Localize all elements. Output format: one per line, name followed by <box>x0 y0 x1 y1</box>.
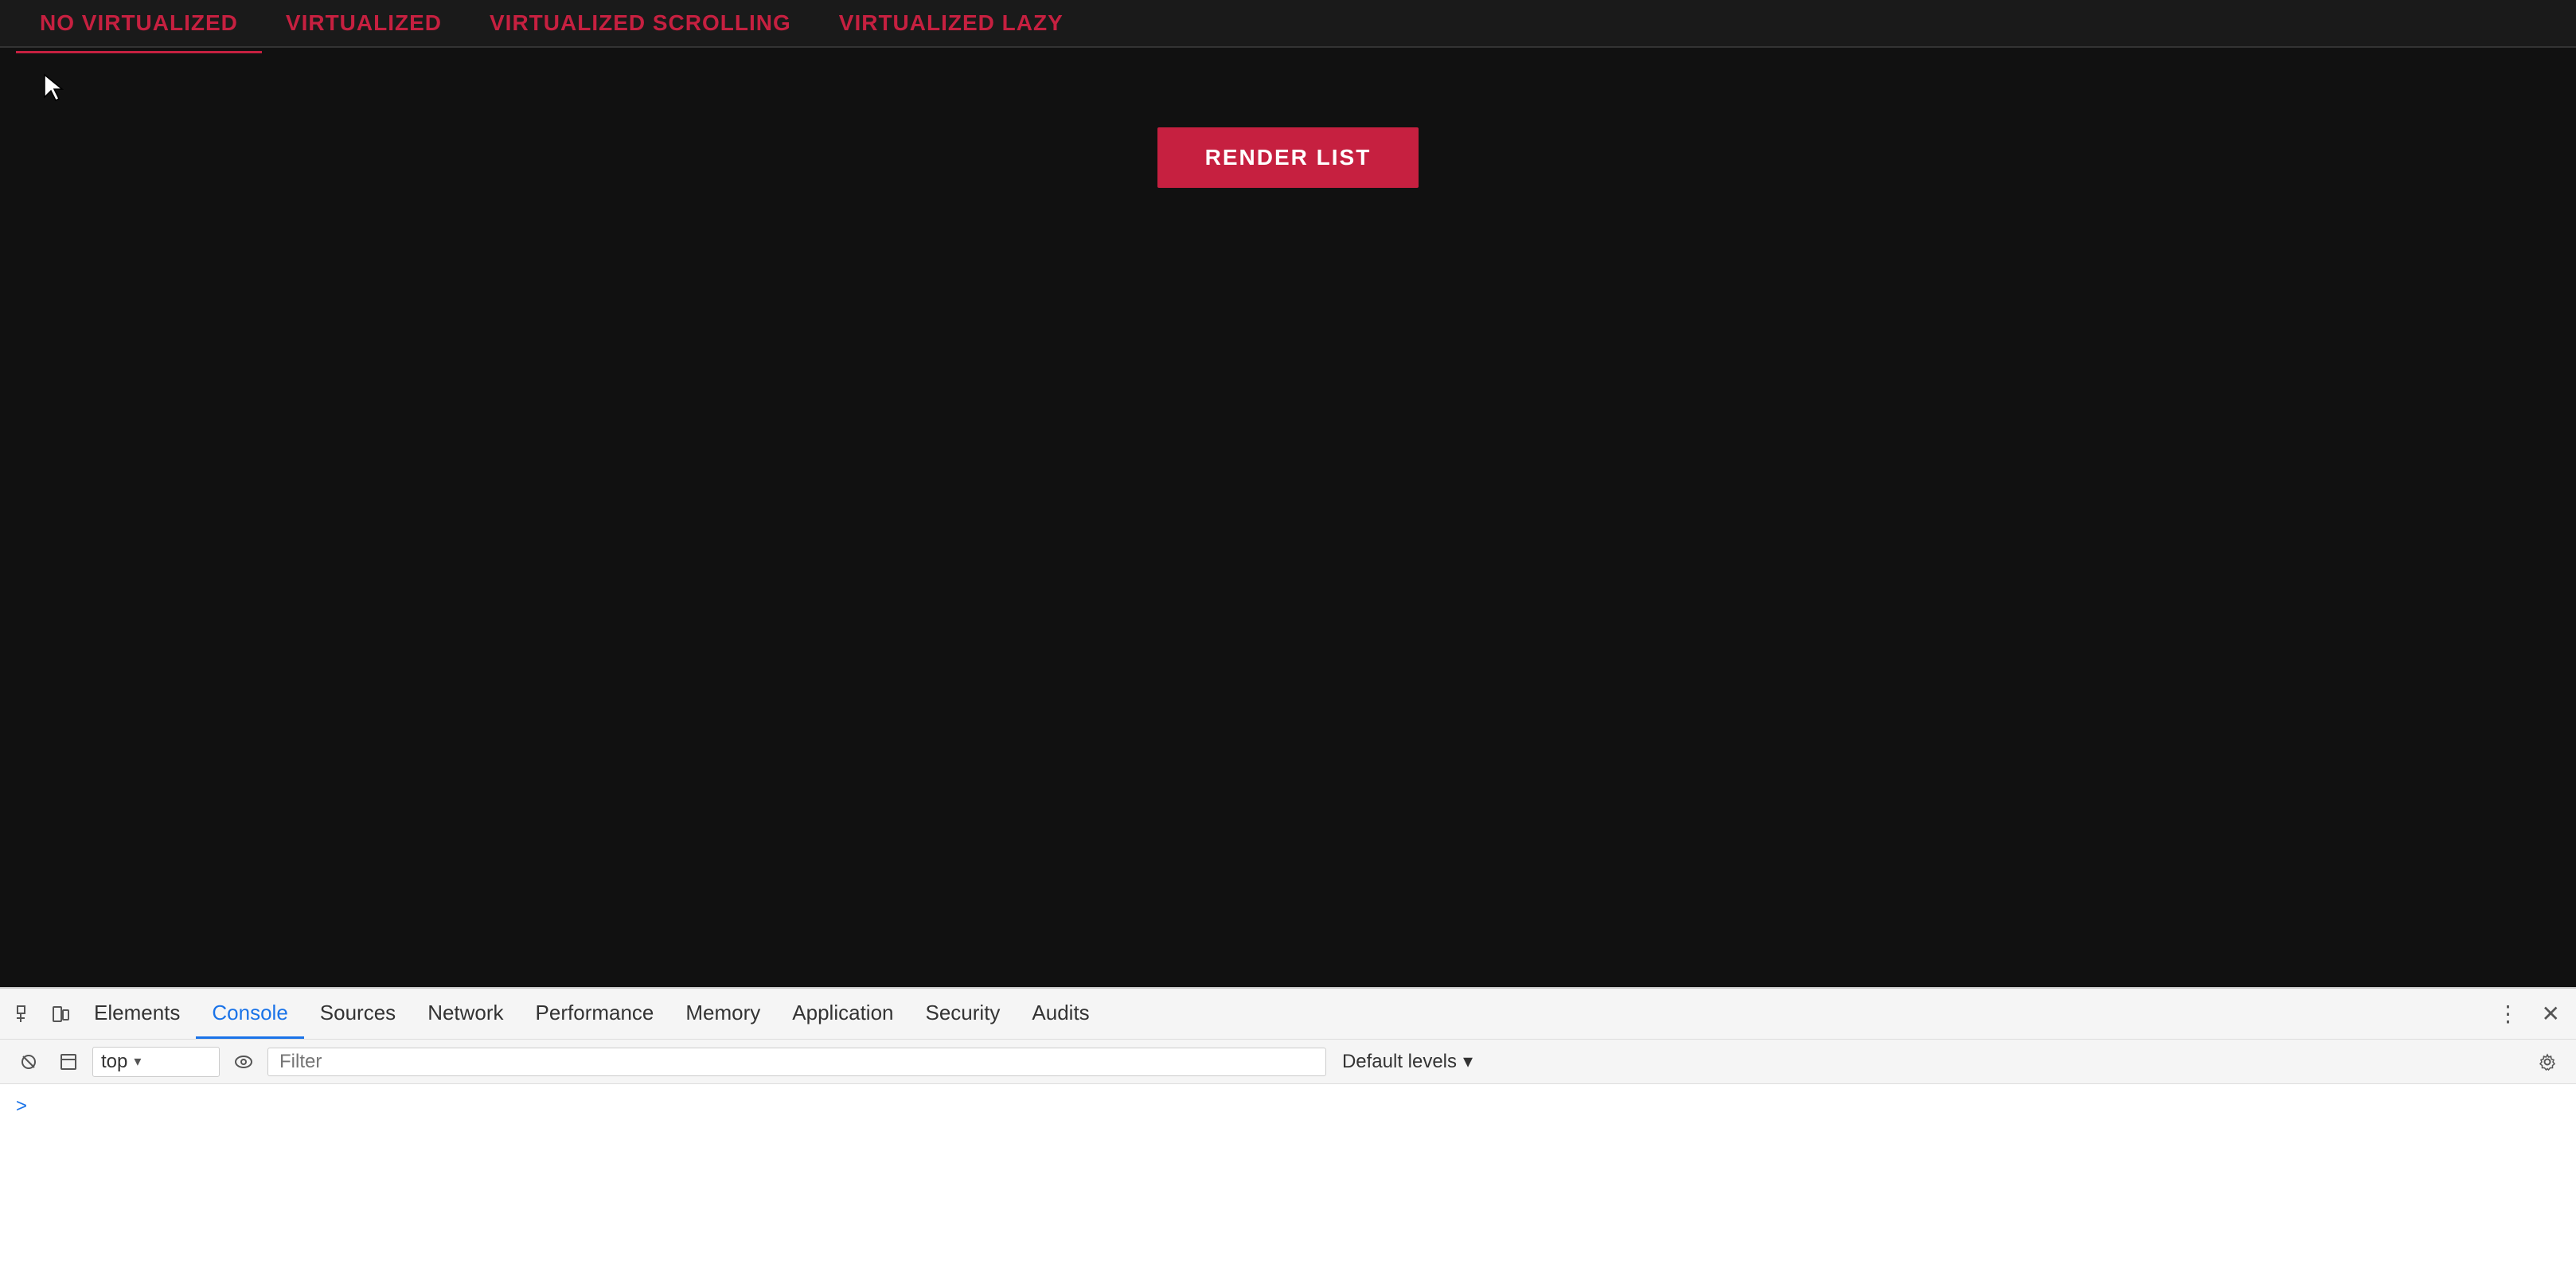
tab-elements[interactable]: Elements <box>78 989 196 1039</box>
app-nav: NO VIRTUALIZED VIRTUALIZED VIRTUALIZED S… <box>0 0 2576 48</box>
app-content: RENDER LIST <box>0 48 2576 987</box>
tab-virtualized-scrolling[interactable]: VIRTUALIZED SCROLLING <box>466 2 815 44</box>
tab-virtualized[interactable]: VIRTUALIZED <box>262 2 466 44</box>
tab-application[interactable]: Application <box>776 989 909 1039</box>
devtools-tabs-row: Elements Console Sources Network Perform… <box>0 989 2576 1040</box>
console-caret[interactable]: > <box>16 1092 2560 1121</box>
tab-sources[interactable]: Sources <box>304 989 412 1039</box>
settings-gear-icon[interactable] <box>2531 1046 2563 1078</box>
toggle-device-toolbar-icon[interactable] <box>43 997 78 1032</box>
clear-console-button[interactable] <box>13 1046 45 1078</box>
more-options-button[interactable]: ⋮ <box>2489 997 2527 1030</box>
default-levels-button[interactable]: Default levels ▾ <box>1334 1047 1481 1076</box>
toggle-sidebar-button[interactable] <box>53 1046 84 1078</box>
devtools-console-toolbar: top ▾ Default levels ▾ <box>0 1040 2576 1084</box>
default-levels-chevron-icon: ▾ <box>1463 1050 1473 1073</box>
tab-virtualized-lazy[interactable]: VIRTUALIZED LAZY <box>815 2 1087 44</box>
devtools-end-icons: ⋮ ✕ <box>2489 997 2568 1030</box>
tab-no-virtualized[interactable]: NO VIRTUALIZED <box>16 2 262 44</box>
devtools-panel: Elements Console Sources Network Perform… <box>0 987 2576 1280</box>
eye-icon-button[interactable] <box>228 1046 260 1078</box>
context-selector-chevron-icon: ▾ <box>134 1053 141 1070</box>
tab-performance[interactable]: Performance <box>520 989 670 1039</box>
console-output: > <box>0 1084 2576 1280</box>
tab-memory[interactable]: Memory <box>669 989 776 1039</box>
render-list-button[interactable]: RENDER LIST <box>1157 127 1419 188</box>
app-area: NO VIRTUALIZED VIRTUALIZED VIRTUALIZED S… <box>0 0 2576 987</box>
tab-audits[interactable]: Audits <box>1016 989 1105 1039</box>
filter-input[interactable] <box>267 1048 1326 1076</box>
default-levels-label: Default levels <box>1342 1051 1457 1073</box>
inspect-element-icon[interactable] <box>8 997 43 1032</box>
tab-network[interactable]: Network <box>412 989 519 1039</box>
close-devtools-button[interactable]: ✕ <box>2534 997 2568 1030</box>
context-selector[interactable]: top ▾ <box>92 1047 220 1077</box>
tab-security[interactable]: Security <box>910 989 1017 1039</box>
context-label: top <box>101 1051 127 1073</box>
tab-console[interactable]: Console <box>196 989 303 1039</box>
